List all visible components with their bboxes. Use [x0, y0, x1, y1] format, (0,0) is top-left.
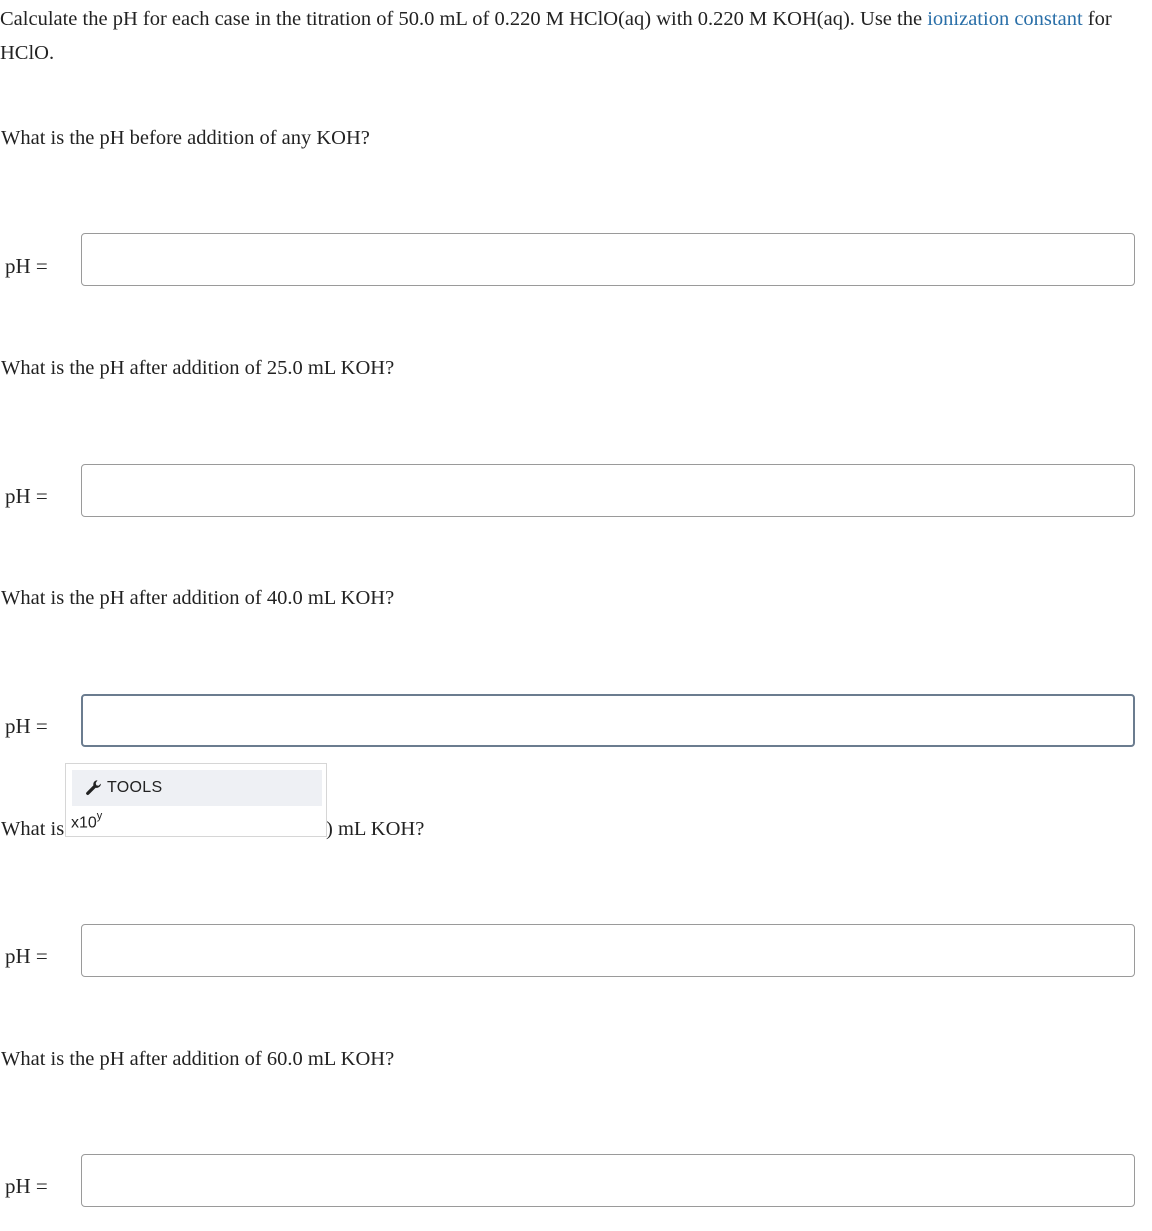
problem-statement: Calculate the pH for each case in the ti… [0, 2, 1140, 70]
question-5-text: What is the pH after addition of 60.0 mL… [1, 1048, 395, 1070]
ph-label-2: pH = [5, 484, 48, 508]
tools-label: TOOLS [107, 779, 163, 796]
tools-popup: TOOLS x10y [65, 763, 327, 837]
problem-statement-text: Calculate the pH for each case in the ti… [0, 8, 928, 30]
ph-label-4: pH = [5, 944, 48, 968]
ph-answer-input-5[interactable] [81, 1154, 1135, 1207]
ph-label-1: pH = [5, 254, 48, 278]
question-3-text: What is the pH after addition of 40.0 mL… [1, 587, 395, 609]
ph-answer-input-4[interactable] [81, 924, 1135, 977]
tools-toggle[interactable]: TOOLS [72, 770, 322, 806]
ph-label-5: pH = [5, 1174, 48, 1198]
ph-answer-input-1[interactable] [81, 233, 1135, 286]
question-4-text-end: ) mL KOH? [326, 818, 425, 840]
sci-notation-base: x10 [71, 814, 97, 832]
wrench-icon [85, 779, 103, 797]
question-2-text: What is the pH after addition of 25.0 mL… [1, 357, 395, 379]
question-1-text: What is the pH before addition of any KO… [1, 127, 370, 149]
question-4-text-start: What is [1, 818, 65, 840]
ph-label-3: pH = [5, 714, 48, 738]
ph-answer-input-2[interactable] [81, 464, 1135, 517]
ph-answer-input-3[interactable] [81, 694, 1135, 747]
sci-notation-exponent: y [96, 810, 103, 822]
ionization-constant-link[interactable]: ionization constant [927, 8, 1082, 30]
scientific-notation-button[interactable]: x10y [71, 808, 102, 833]
